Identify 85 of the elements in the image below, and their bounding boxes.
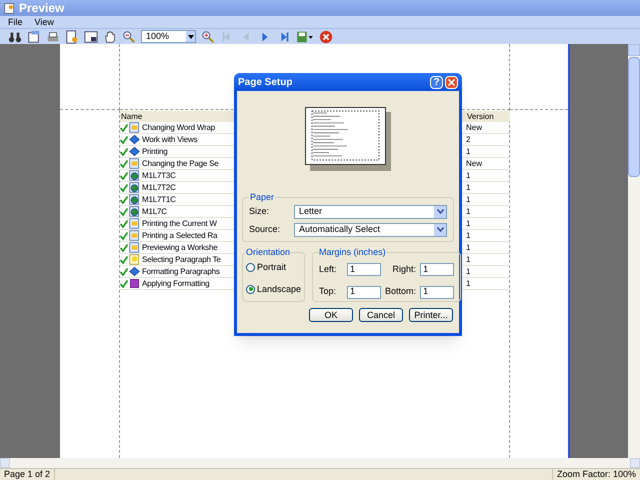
margin-input[interactable]: 1 [347, 262, 382, 276]
table-cell: M1L7C [142, 206, 167, 218]
status-text: Zoom Factor: 100% [552, 468, 640, 480]
menu-item[interactable]: View [34, 16, 54, 28]
close-button[interactable] [445, 76, 458, 88]
help-button[interactable]: ? [430, 76, 443, 88]
save-icon[interactable] [296, 30, 314, 44]
table-cell: 1 [466, 230, 470, 242]
group-label: Paper [249, 191, 276, 204]
dialog-button[interactable]: Cancel [359, 308, 403, 322]
print-icon[interactable] [46, 30, 60, 44]
window-title: Preview [19, 0, 64, 17]
table-cell: Applying Formatting [142, 278, 210, 290]
table-cell: Selecting Paragraph Te [142, 254, 221, 266]
layout-icon[interactable] [84, 30, 98, 44]
status-text: Page 1 of 2 [0, 468, 56, 480]
page-setup-icon[interactable] [27, 30, 41, 44]
document-icon [129, 218, 140, 229]
table-cell: 1 [466, 254, 470, 266]
table-cell: 1 [466, 218, 470, 230]
zoom-out-icon[interactable] [122, 30, 136, 44]
table-cell: New [466, 122, 482, 134]
vertical-scrollbar[interactable] [628, 44, 640, 458]
size-select[interactable]: Letter [294, 204, 447, 218]
table-cell: 1 [466, 182, 470, 194]
dialog-button[interactable]: OK [309, 308, 353, 322]
radio-option[interactable]: Landscape [246, 282, 302, 296]
radio-button[interactable] [246, 263, 255, 272]
radio-option[interactable]: Portrait [246, 261, 302, 274]
dialog-button[interactable]: Printer... [409, 308, 453, 322]
dialog-title: Page Setup [238, 76, 292, 90]
source-select[interactable]: Automatically Select [294, 222, 447, 236]
table-cell: Printing a Selected Ra [142, 230, 218, 242]
document-icon[interactable] [65, 30, 79, 44]
table-cell: Changing Word Wrap [142, 122, 216, 134]
field-label: Source: [249, 222, 282, 236]
table-cell: 1 [466, 266, 470, 278]
table-cell: 1 [466, 170, 470, 182]
document-icon [129, 242, 140, 253]
table-cell: Previewing a Workshe [142, 242, 218, 254]
table-cell: M1L7T3C [142, 170, 176, 182]
margin-input[interactable]: 1 [420, 262, 454, 276]
table-cell: 1 [466, 242, 470, 254]
dropdown-arrow-icon [188, 34, 194, 38]
column-header: Version [466, 111, 510, 122]
close-icon [448, 78, 455, 86]
table-cell: Printing the Current W [142, 218, 217, 230]
field-label: Top: [319, 285, 338, 298]
app-icon [4, 2, 15, 14]
table-cell: Work with Views [142, 134, 198, 146]
margin-input[interactable]: 1 [347, 286, 382, 299]
field-label: Right: [392, 262, 416, 276]
table-cell: M1L7T2C [142, 182, 176, 194]
table-cell: 1 [466, 278, 470, 290]
horizontal-scrollbar[interactable] [0, 458, 640, 468]
margin-input[interactable]: 1 [420, 286, 454, 299]
group-label: Margins (inches) [319, 246, 386, 259]
table-cell: Formatting Paragraphs [142, 266, 220, 278]
field-label: Left: [319, 262, 338, 276]
radio-button[interactable] [246, 284, 255, 294]
document-icon [129, 122, 140, 133]
globe-icon [129, 170, 140, 181]
zoom-in-icon[interactable] [201, 30, 215, 44]
table-cell: M1L7T1C [142, 194, 176, 206]
field-label: Bottom: [385, 285, 416, 298]
table-cell: 1 [466, 206, 470, 218]
globe-icon [129, 194, 140, 205]
zoom-combo[interactable]: 100% [141, 30, 196, 43]
document-icon [129, 158, 140, 169]
close-icon[interactable] [319, 30, 333, 44]
document-icon [129, 230, 140, 241]
table-cell: 2 [466, 134, 470, 146]
table-cell: 1 [466, 194, 470, 206]
lightbulb-icon [129, 254, 140, 265]
table-cell: New [466, 158, 482, 170]
binoculars-icon[interactable] [8, 30, 22, 44]
table-cell: Changing the Page Se [142, 158, 219, 170]
table-cell: 1 [466, 146, 470, 158]
globe-icon [129, 206, 140, 217]
table-cell: Printing [142, 146, 168, 158]
field-label: Size: [249, 204, 270, 218]
group-label: Orientation [246, 246, 290, 258]
menu-item[interactable]: File [8, 16, 23, 28]
hand-icon[interactable] [103, 30, 117, 44]
globe-icon [129, 182, 140, 193]
